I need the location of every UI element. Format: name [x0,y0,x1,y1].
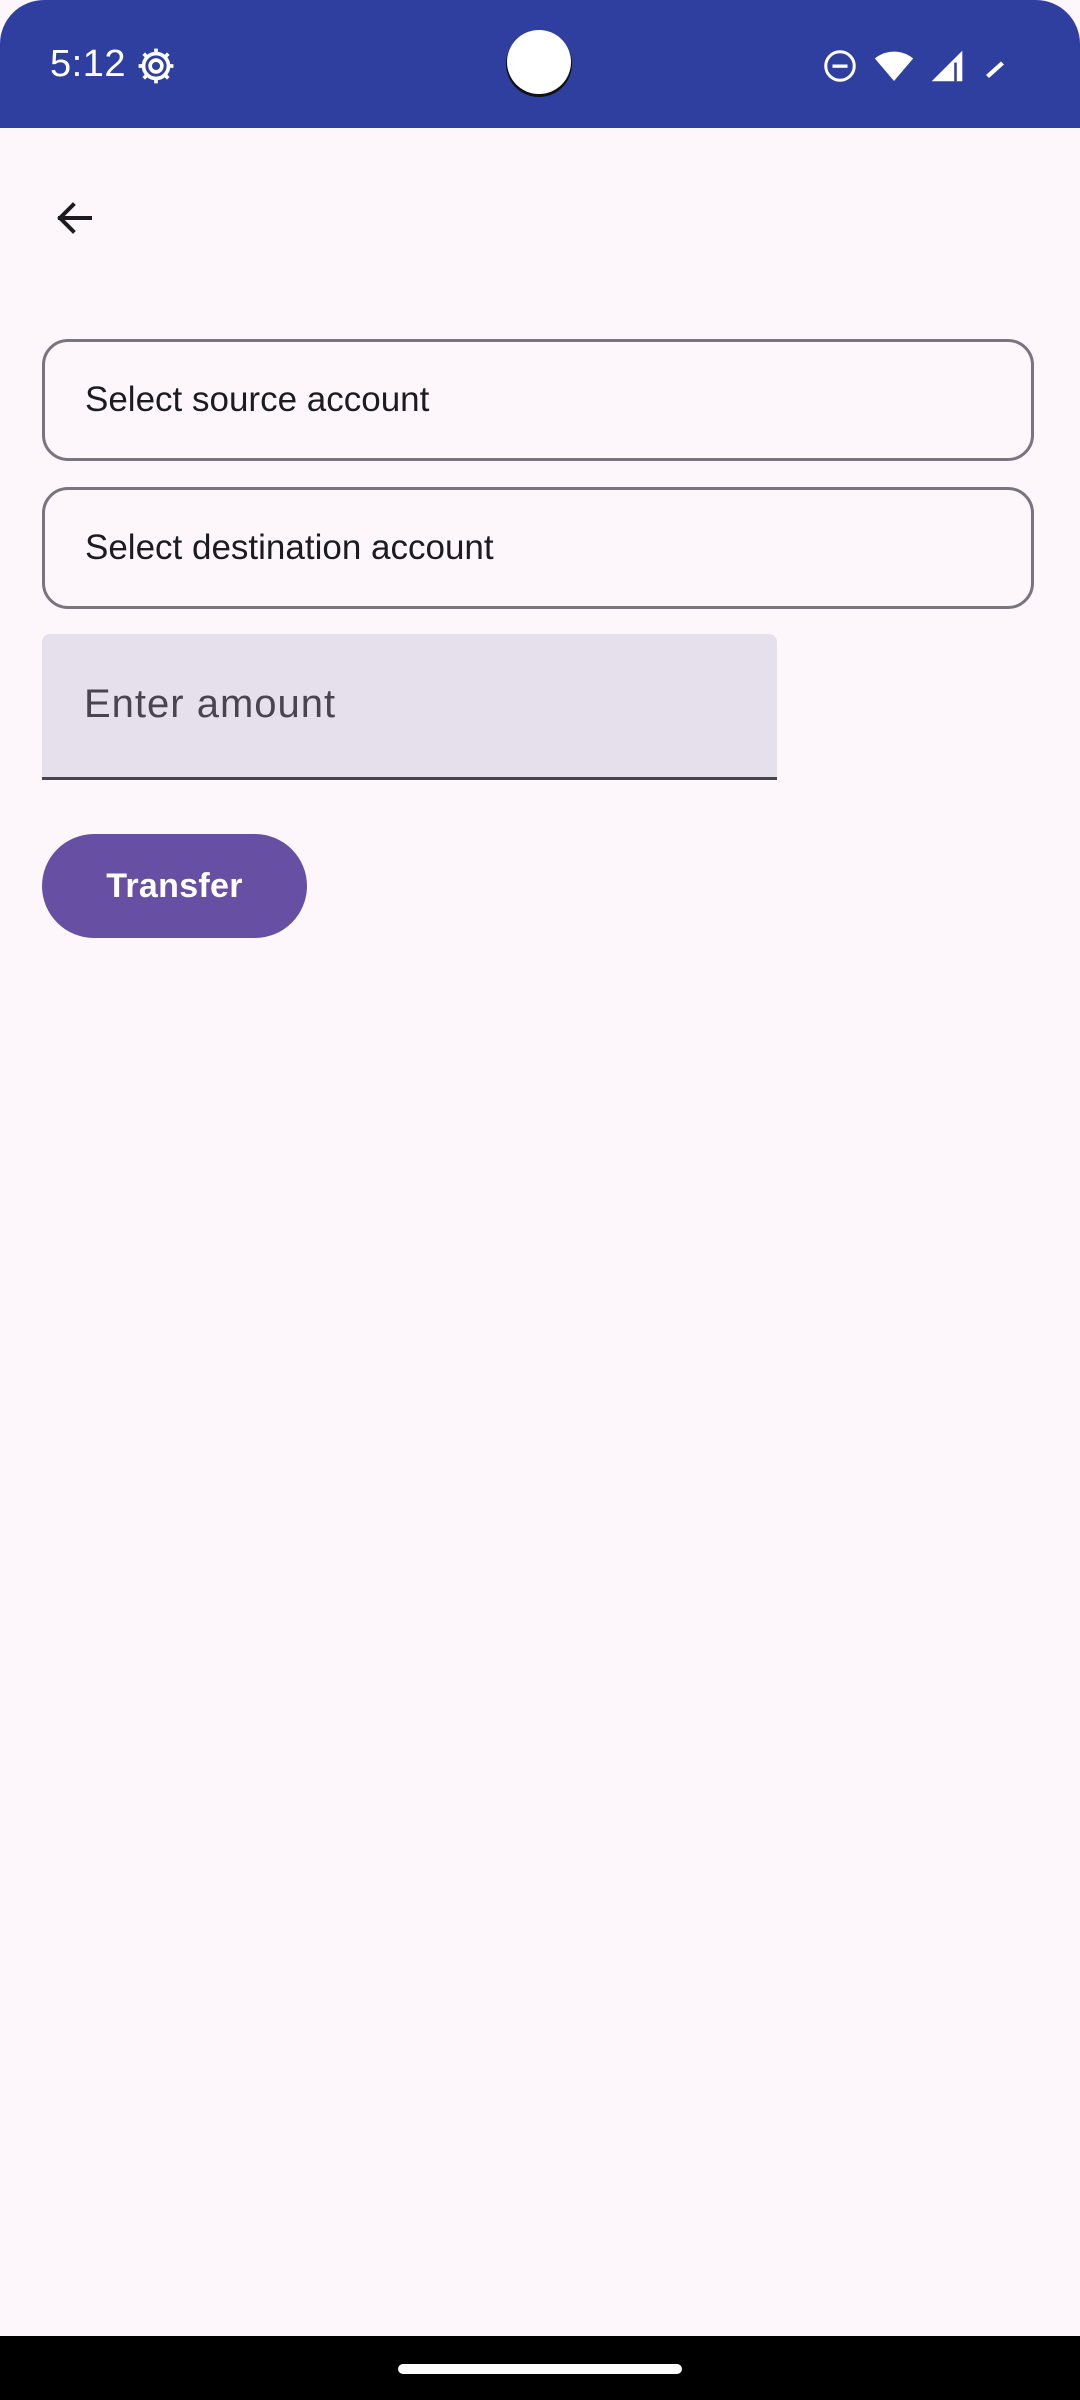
source-account-label: Select source account [85,380,430,419]
wifi-icon [874,48,914,84]
arrow-back-icon [50,194,98,247]
front-camera [507,30,571,94]
settings-gear-icon [134,44,178,88]
do-not-disturb-icon [822,48,858,84]
back-button[interactable] [36,182,112,258]
status-bar: 5:12 [0,0,1080,128]
transfer-button[interactable]: Transfer [42,834,307,938]
amount-input[interactable] [84,674,734,734]
transfer-screen: Select source account Select destination… [0,128,1080,2336]
home-gesture-handle[interactable] [398,2364,682,2374]
battery-icon [980,49,1010,83]
transfer-button-label: Transfer [106,866,243,905]
source-account-dropdown[interactable]: Select source account [42,339,1034,461]
destination-account-dropdown[interactable]: Select destination account [42,487,1034,609]
status-time: 5:12 [50,43,126,85]
status-icons [822,44,1010,88]
destination-account-label: Select destination account [85,528,494,567]
navigation-bar [0,2336,1080,2400]
cell-signal-icon [930,49,964,83]
amount-field[interactable] [42,634,777,780]
